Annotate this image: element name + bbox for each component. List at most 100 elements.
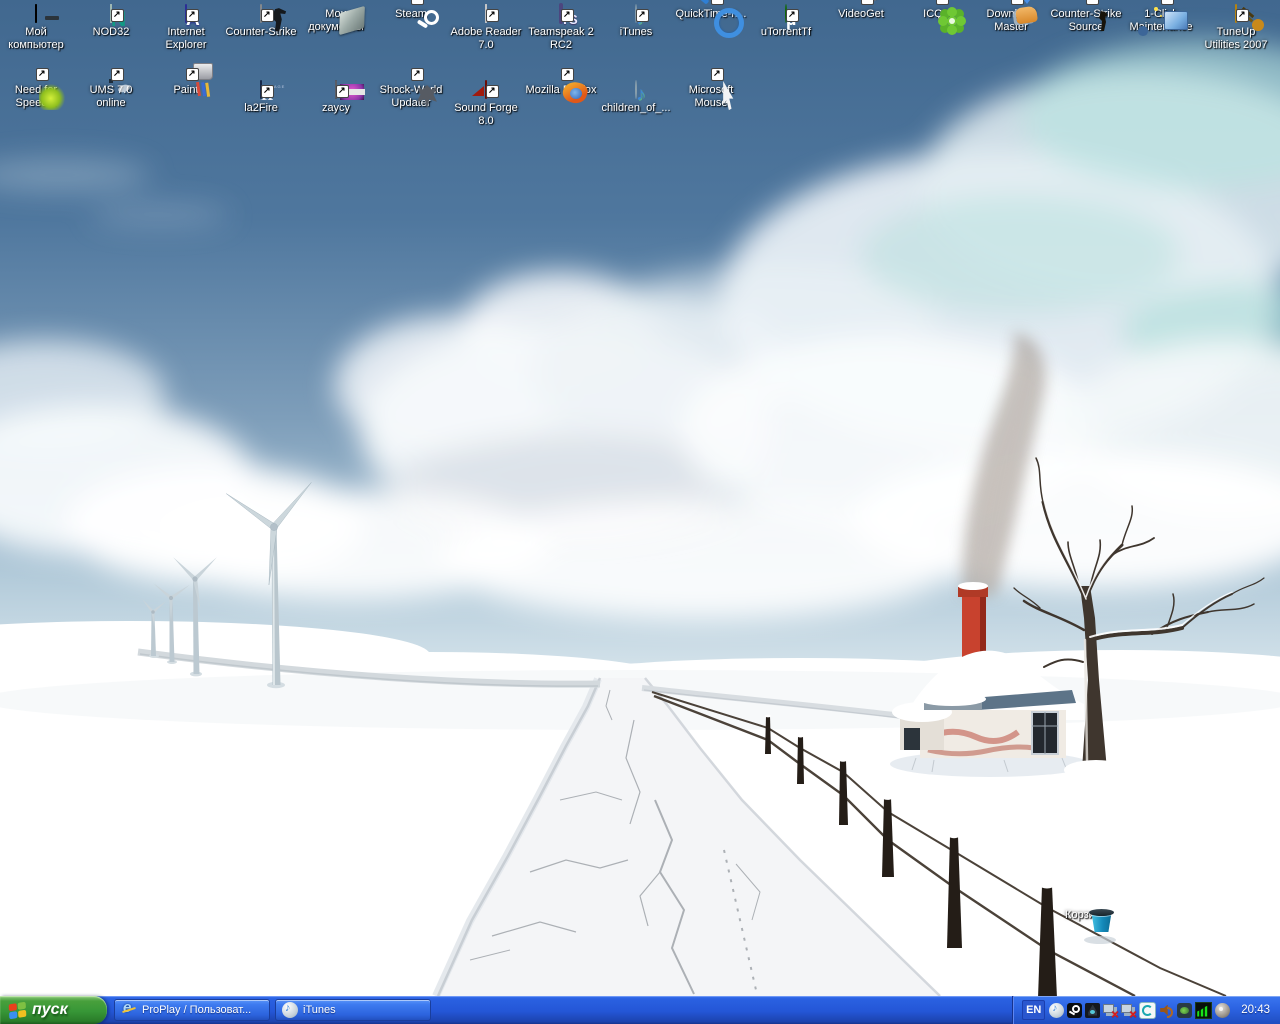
desktop-icon-mouse-r2c10[interactable]: Microsoft Mouse: [675, 81, 747, 110]
soundforge-icon: [485, 80, 487, 99]
itunes-icon: [635, 4, 637, 23]
shortcut-arrow-icon: [861, 0, 874, 5]
shortcut-arrow-icon: [561, 68, 574, 81]
icon-label: Sound Forge 8.0: [450, 102, 522, 128]
bucket-shadow: [1084, 936, 1116, 944]
desktop-icon-cssource-r1c15[interactable]: Counter-Strike Source: [1050, 5, 1122, 34]
task-button-proplay[interactable]: ProPlay / Пользоват...: [114, 999, 270, 1021]
icon-label: Adobe Reader 7.0: [450, 26, 522, 52]
desktop-icon-cs-r1c4[interactable]: Counter-Strike: [225, 5, 297, 39]
shortcut-arrow-icon: [411, 68, 424, 81]
task-label: iTunes: [303, 1004, 336, 1016]
desktop-icon-nfs-r2c1[interactable]: Need for Speed...: [0, 81, 72, 110]
desktop-icon-paint-r2c3[interactable]: Paint: [150, 81, 222, 97]
icon-label: ICQ6: [900, 8, 972, 21]
shortcut-arrow-icon: [711, 0, 724, 5]
icon-label: zaycy: [300, 102, 372, 115]
desktop-icon-icq-r1c13[interactable]: ICQ6: [900, 5, 972, 21]
icon-label: VideoGet: [825, 8, 897, 21]
shortcut-arrow-icon: [486, 9, 499, 22]
start-button-label: пуск: [32, 1001, 68, 1019]
desktop-icon-my-docs-r1c5[interactable]: Мои документы: [300, 5, 372, 34]
desktop-icon-shock-r2c6[interactable]: Shock-World Updater: [375, 81, 447, 110]
desktop-icon-avant-r1c3[interactable]: Internet Explorer: [150, 5, 222, 52]
desktop-icon-videoget-r1c12[interactable]: VideoGet: [825, 5, 897, 21]
shortcut-arrow-icon: [711, 68, 724, 81]
itunes-icon: [635, 80, 637, 99]
internet-explorer-icon: [121, 1002, 137, 1018]
nod32-icon: [110, 4, 112, 23]
shortcut-arrow-icon: [261, 9, 274, 22]
task-button-itunes[interactable]: iTunes: [275, 999, 431, 1021]
icon-label: Counter-Strike Source: [1050, 8, 1122, 34]
desktop-icon-la2-r2c4[interactable]: la2Fire: [225, 81, 297, 115]
shortcut-arrow-icon: [111, 68, 124, 81]
language-indicator[interactable]: EN: [1022, 1000, 1045, 1020]
shortcut-arrow-icon: [1086, 0, 1099, 5]
desktop-icon-my-computer-r1c1[interactable]: Мой компьютер: [0, 5, 72, 52]
tray-icon-area: [1049, 1002, 1230, 1019]
desktop-icon-tuneup-r1c17[interactable]: TuneUp Utilities 2007: [1200, 5, 1272, 52]
avant-icon: [185, 4, 187, 23]
system-tray: EN 20:43: [1012, 996, 1280, 1024]
shortcut-arrow-icon: [561, 9, 574, 22]
desktop-icon-steam-r1c6[interactable]: Steam: [375, 5, 447, 21]
desktop-icon-firefox-r2c8[interactable]: Mozilla Firefox: [525, 81, 597, 97]
shortcut-arrow-icon: [486, 85, 499, 98]
desktop-icon-soundforge-r2c7[interactable]: Sound Forge 8.0: [450, 81, 522, 128]
shortcut-arrow-icon: [186, 9, 199, 22]
taskbar: пуск ProPlay / Пользоват... iTunes EN 20…: [0, 996, 1280, 1024]
shortcut-arrow-icon: [186, 68, 199, 81]
task-label: ProPlay / Пользоват...: [142, 1004, 251, 1016]
shortcut-arrow-icon: [786, 9, 799, 22]
icon-label: UMS 7.0 online: [75, 84, 147, 110]
network-disconnected-tray-icon[interactable]: [1103, 1003, 1118, 1018]
desktop-icon-teamspeak-r1c8[interactable]: Teamspeak 2 RC2: [525, 5, 597, 52]
desktop-icon-recycle-bin[interactable]: Корзина: [1050, 906, 1122, 922]
la2-icon: [260, 80, 262, 99]
icon-label: Paint: [150, 84, 222, 97]
desktop-icon-dlmaster-r1c14[interactable]: Download Master: [975, 5, 1047, 34]
desktop: Мой компьютерNOD32Internet ExplorerCount…: [0, 0, 1280, 996]
shortcut-arrow-icon: [1161, 0, 1174, 5]
volume-tray-icon[interactable]: [1159, 1003, 1174, 1018]
icon-label: Microsoft Mouse: [675, 84, 747, 110]
zaycy-icon: [335, 80, 337, 99]
network-disconnected-tray-icon[interactable]: [1121, 1003, 1136, 1018]
teamspeak-icon: [559, 3, 563, 24]
desktop-icon-zaycy-r2c5[interactable]: zaycy: [300, 81, 372, 115]
shortcut-arrow-icon: [936, 0, 949, 5]
task-button-area: ProPlay / Пользоват... iTunes: [107, 996, 1012, 1024]
start-button[interactable]: пуск: [0, 996, 107, 1024]
shortcut-arrow-icon: [1011, 0, 1024, 5]
desktop-icon-itunes-r2c9[interactable]: children_of_...: [600, 81, 672, 115]
desktop-icon-nod32-r1c2[interactable]: NOD32: [75, 5, 147, 39]
desktop-icon-oneclick-r1c16[interactable]: 1-Click Maintenance: [1125, 5, 1197, 34]
traffic-meter-tray-icon[interactable]: [1195, 1002, 1212, 1019]
my-computer-icon: [35, 4, 37, 23]
steam-tray-icon[interactable]: [1067, 1003, 1082, 1018]
windows-logo-icon: [9, 1001, 27, 1019]
wallpaper: [0, 0, 1280, 996]
hooded-figure-tray-icon[interactable]: [1085, 1003, 1100, 1018]
desktop-icon-quicktime-r1c10[interactable]: QuickTime-п...: [675, 5, 747, 21]
icon-label: Мой компьютер: [0, 26, 72, 52]
itunes-tray-icon[interactable]: [1049, 1003, 1064, 1018]
tuneup-icon: [1235, 4, 1237, 23]
adobe-icon: [485, 4, 487, 23]
shortcut-arrow-icon: [36, 68, 49, 81]
utorrent-icon: [785, 4, 787, 23]
icon-label: Teamspeak 2 RC2: [525, 26, 597, 52]
desktop-icon-utorrent-r1c11[interactable]: uTorrentTf: [750, 5, 822, 39]
clock[interactable]: 20:43: [1241, 1004, 1270, 1016]
shortcut-arrow-icon: [1236, 9, 1249, 22]
sync-tray-icon[interactable]: [1139, 1002, 1156, 1019]
desktop-icon-adobe-r1c7[interactable]: Adobe Reader 7.0: [450, 5, 522, 52]
shortcut-arrow-icon: [261, 85, 274, 98]
shortcut-arrow-icon: [411, 0, 424, 5]
desktop-icon-ums-r2c2[interactable]: UMS 7.0 online: [75, 81, 147, 110]
shortcut-arrow-icon: [636, 9, 649, 22]
desktop-icon-itunes-r1c9[interactable]: iTunes: [600, 5, 672, 39]
nvidia-tray-icon[interactable]: [1177, 1003, 1192, 1018]
dial-tray-icon[interactable]: [1215, 1003, 1230, 1018]
